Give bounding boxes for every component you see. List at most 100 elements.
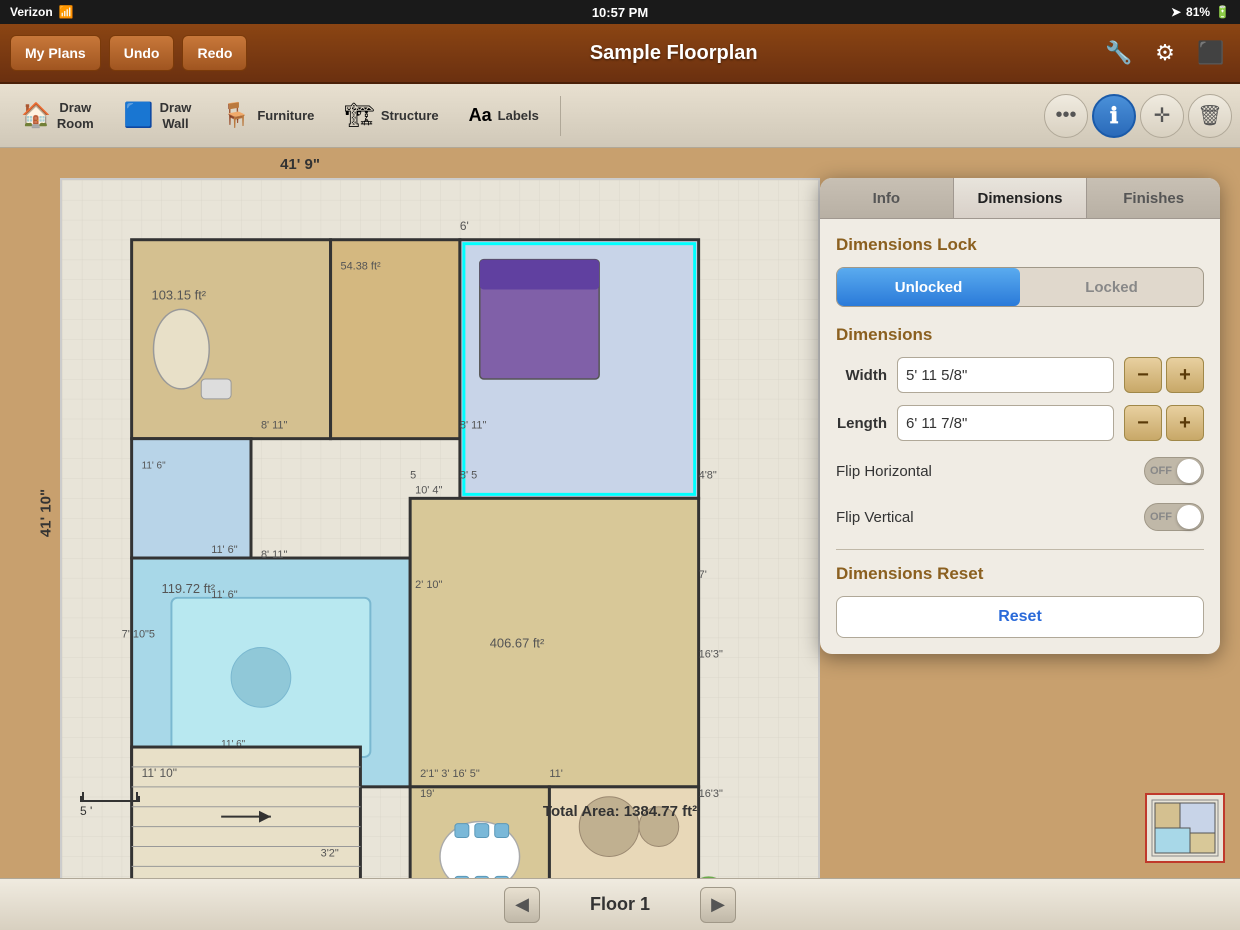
structure-label: Structure [381,108,439,124]
next-floor-button[interactable]: ▶ [700,887,736,923]
svg-text:2'1" 3' 16' 5": 2'1" 3' 16' 5" [420,768,480,780]
scale-bar: 5 ' [80,796,140,818]
scale-line [80,796,140,802]
svg-text:8' 11": 8' 11" [460,420,487,432]
move-button[interactable]: ✛ [1140,94,1184,138]
toolbar: 🏠 DrawRoom 🟦 DrawWall 🪑 Furniture 🏗 Stru… [0,84,1240,148]
draw-wall-label: DrawWall [160,100,192,131]
toolbar-labels[interactable]: Aa Labels [456,92,552,140]
dimension-label-left: 41' 10" [38,489,55,537]
wrench-icon[interactable]: 🔧 [1100,34,1138,72]
tab-info[interactable]: Info [820,178,954,218]
width-decrease-button[interactable]: − [1124,357,1162,393]
svg-text:11' 10": 11' 10" [142,766,177,780]
svg-text:11' 6": 11' 6" [142,461,167,472]
status-bar: Verizon 📶 10:57 PM ➤ 81% 🔋 [0,0,1240,24]
lock-toggle: Unlocked Locked [836,267,1204,307]
draw-room-icon: 🏠 [21,101,51,130]
flip-horizontal-label: Flip Horizontal [836,463,932,480]
width-increase-button[interactable]: + [1166,357,1204,393]
flip-horizontal-toggle[interactable]: OFF [1144,457,1204,485]
total-area-label: Total Area: 1384.77 ft² [543,803,697,820]
floorplan-thumbnail[interactable] [1145,793,1225,863]
labels-icon: Aa [469,105,492,126]
battery-icon: 🔋 [1215,5,1230,19]
svg-text:4'8": 4'8" [699,469,717,481]
main-area: 41' 9" 41' 10" 103.15 ft² 54.38 ft² [0,148,1240,878]
flip-vertical-knob [1177,505,1201,529]
trash-icon: 🗑 [1197,103,1222,128]
top-bar: My Plans Undo Redo Sample Floorplan 🔧 ⚙ … [0,24,1240,84]
battery-text: 81% [1186,5,1210,19]
flip-horizontal-row: Flip Horizontal OFF [836,453,1204,489]
toolbar-structure[interactable]: 🏗 Structure [331,92,451,140]
my-plans-button[interactable]: My Plans [10,35,101,71]
panel-divider [836,549,1204,550]
more-button[interactable]: ••• [1044,94,1088,138]
width-row: Width − + [836,357,1204,393]
draw-wall-icon: 🟦 [124,101,154,130]
gear-icon[interactable]: ⚙ [1146,34,1184,72]
flip-vertical-label: Flip Vertical [836,509,914,526]
flip-vertical-state: OFF [1150,511,1172,523]
scale-label: 5 ' [80,804,92,818]
length-decrease-button[interactable]: − [1124,405,1162,441]
status-left: Verizon 📶 [10,5,74,19]
floorplan-canvas[interactable]: 103.15 ft² 54.38 ft² 189.39 ft² 11' 6" 1… [60,178,820,878]
status-time: 10:57 PM [592,5,648,20]
unlocked-button[interactable]: Unlocked [837,268,1020,306]
svg-text:10' 4": 10' 4" [415,484,442,496]
dimension-label-top: 41' 9" [280,156,320,173]
width-input[interactable] [897,357,1114,393]
carrier-text: Verizon [10,5,53,19]
tab-dimensions[interactable]: Dimensions [954,178,1088,218]
trash-button[interactable]: 🗑 [1188,94,1232,138]
svg-text:19': 19' [420,788,434,800]
svg-text:16'3": 16'3" [699,649,723,661]
svg-text:7': 7' [699,569,707,581]
flip-horizontal-state: OFF [1150,465,1172,477]
length-increase-button[interactable]: + [1166,405,1204,441]
svg-text:11': 11' [549,768,562,780]
tab-finishes[interactable]: Finishes [1087,178,1220,218]
toolbar-furniture[interactable]: 🪑 Furniture [208,92,327,140]
svg-text:8' 11": 8' 11" [261,420,288,432]
width-label: Width [836,367,887,384]
svg-text:6': 6' [460,219,469,233]
svg-text:3'2": 3'2" [321,847,339,859]
dimensions-title: Dimensions [836,325,1204,345]
length-row: Length − + [836,405,1204,441]
length-stepper: − + [1124,405,1204,441]
reset-button[interactable]: Reset [836,596,1204,638]
toolbar-draw-wall[interactable]: 🟦 DrawWall [111,92,205,140]
locked-button[interactable]: Locked [1020,268,1203,306]
floor-label: Floor 1 [560,894,680,915]
info-button[interactable]: ℹ [1092,94,1136,138]
svg-text:11' 6": 11' 6" [211,544,238,556]
flip-vertical-toggle[interactable]: OFF [1144,503,1204,531]
furniture-icon: 🪑 [221,101,251,130]
redo-button[interactable]: Redo [182,35,247,71]
structure-icon: 🏗 [344,101,374,130]
wifi-icon: 📶 [59,5,74,19]
svg-text:103.15 ft²: 103.15 ft² [152,287,207,302]
length-label: Length [836,415,887,432]
toolbar-separator [560,96,561,136]
info-icon: ℹ [1110,103,1118,129]
scale-bar-line [80,796,140,802]
prev-floor-button[interactable]: ◀ [504,887,540,923]
undo-button[interactable]: Undo [109,35,175,71]
draw-room-label: DrawRoom [57,100,94,131]
svg-text:5: 5 [410,469,416,481]
svg-text:8' 5: 8' 5 [460,469,477,481]
svg-text:54.38 ft²: 54.38 ft² [341,261,381,273]
toolbar-draw-room[interactable]: 🏠 DrawRoom [8,92,107,140]
more-icon: ••• [1055,104,1076,127]
flip-vertical-row: Flip Vertical OFF [836,499,1204,535]
labels-label: Labels [498,108,539,124]
length-input[interactable] [897,405,1114,441]
status-right: ➤ 81% 🔋 [1171,5,1230,19]
export-icon[interactable]: ⬛ [1192,34,1230,72]
move-icon: ✛ [1154,103,1171,128]
svg-text:2' 10": 2' 10" [415,579,442,591]
